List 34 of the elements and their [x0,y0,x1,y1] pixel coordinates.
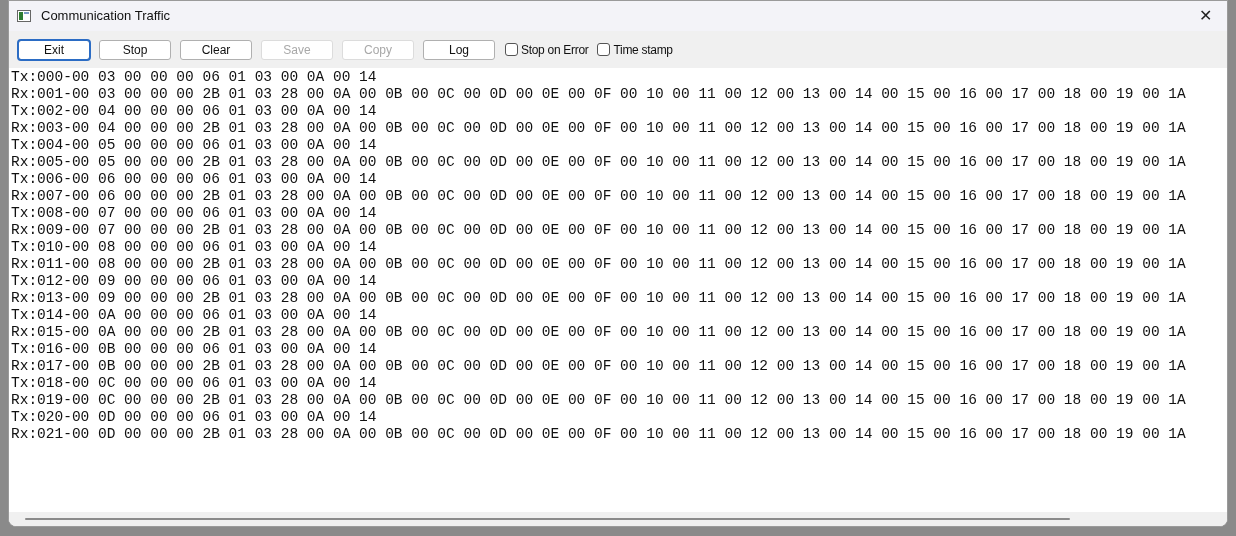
checkbox-label: Stop on Error [521,41,589,59]
log-line: Tx:010-00 08 00 00 00 06 01 03 00 0A 00 14 [11,239,377,256]
checkbox-label: Time stamp [613,41,673,59]
window-title: Communication Traffic [41,7,171,26]
toolbar-button[interactable]: Log [423,39,495,60]
log-line: Tx:020-00 0D 00 00 00 06 01 03 00 0A 00 14 [11,409,377,426]
log-line: Rx:007-00 06 00 00 00 2B 01 03 28 00 0A 00 0B 00 0C 00 0D 00 0E 00 0F 00 10 00 11 00 12 00 13 00 14 00 15 00 16 00 17 00 18 00 19 00 1A [11,188,1186,205]
toolbar-button[interactable]: Clear [180,39,252,60]
window-icon [17,10,31,22]
log-line: Rx:001-00 03 00 00 00 2B 01 03 28 00 0A 00 0B 00 0C 00 0D 00 0E 00 0F 00 10 00 11 00 12 00 13 00 14 00 15 00 16 00 17 00 18 00 19 00 1A [11,86,1186,103]
checkbox[interactable] [597,43,611,56]
log-line: Tx:000-00 03 00 00 00 06 01 03 00 0A 00 14 [11,69,377,86]
log-line: Tx:012-00 09 00 00 00 06 01 03 00 0A 00 14 [11,273,377,290]
log-line: Rx:009-00 07 00 00 00 2B 01 03 28 00 0A 00 0B 00 0C 00 0D 00 0E 00 0F 00 10 00 11 00 12 00 13 00 14 00 15 00 16 00 17 00 18 00 19 00 1A [11,222,1186,239]
log-line: Rx:011-00 08 00 00 00 2B 01 03 28 00 0A 00 0B 00 0C 00 0D 00 0E 00 0F 00 10 00 11 00 12 00 13 00 14 00 15 00 16 00 17 00 18 00 19 00 1A [11,256,1186,273]
log-line: Tx:018-00 0C 00 00 00 06 01 03 00 0A 00 14 [11,375,377,392]
log-line: Rx:013-00 09 00 00 00 2B 01 03 28 00 0A 00 0B 00 0C 00 0D 00 0E 00 0F 00 10 00 11 00 12 00 13 00 14 00 15 00 16 00 17 00 18 00 19 00 1A [11,290,1186,307]
log-line: Tx:016-00 0B 00 00 00 06 01 03 00 0A 00 14 [11,341,377,358]
close-button[interactable]: ✕ [1183,1,1227,31]
log-line: Tx:004-00 05 00 00 00 06 01 03 00 0A 00 14 [11,137,377,154]
checkbox[interactable] [505,43,518,56]
scrollbar-thumb[interactable] [25,518,1070,520]
log-line: Tx:008-00 07 00 00 00 06 01 03 00 0A 00 14 [11,205,377,222]
log-line: Tx:014-00 0A 00 00 00 06 01 03 00 0A 00 14 [11,307,377,324]
log-line: Tx:002-00 04 00 00 00 06 01 03 00 0A 00 14 [11,103,377,120]
log-line: Rx:005-00 05 00 00 00 2B 01 03 28 00 0A 00 0B 00 0C 00 0D 00 0E 00 0F 00 10 00 11 00 12 00 13 00 14 00 15 00 16 00 17 00 18 00 19 00 1A [11,154,1186,171]
toolbar-button[interactable]: Stop [99,39,171,60]
log-line: Rx:003-00 04 00 00 00 2B 01 03 28 00 0A 00 0B 00 0C 00 0D 00 0E 00 0F 00 10 00 11 00 12 00 13 00 14 00 15 00 16 00 17 00 18 00 19 00 1A [11,120,1186,137]
toolbar-button[interactable]: Exit [18,39,90,60]
log-line: Rx:017-00 0B 00 00 00 2B 01 03 28 00 0A 00 0B 00 0C 00 0D 00 0E 00 0F 00 10 00 11 00 12 00 13 00 14 00 15 00 16 00 17 00 18 00 19 00 1A [11,358,1186,375]
log-line: Tx:006-00 06 00 00 00 06 01 03 00 0A 00 14 [11,171,377,188]
log-line: Rx:021-00 0D 00 00 00 2B 01 03 28 00 0A 00 0B 00 0C 00 0D 00 0E 00 0F 00 10 00 11 00 12 00 13 00 14 00 15 00 16 00 17 00 18 00 19 00 1A [11,426,1186,443]
log-line: Rx:015-00 0A 00 00 00 2B 01 03 28 00 0A 00 0B 00 0C 00 0D 00 0E 00 0F 00 10 00 11 00 12 00 13 00 14 00 15 00 16 00 17 00 18 00 19 00 1A [11,324,1186,341]
log-line: Rx:019-00 0C 00 00 00 2B 01 03 28 00 0A 00 0B 00 0C 00 0D 00 0E 00 0F 00 10 00 11 00 12 00 13 00 14 00 15 00 16 00 17 00 18 00 19 00 1A [11,392,1186,409]
